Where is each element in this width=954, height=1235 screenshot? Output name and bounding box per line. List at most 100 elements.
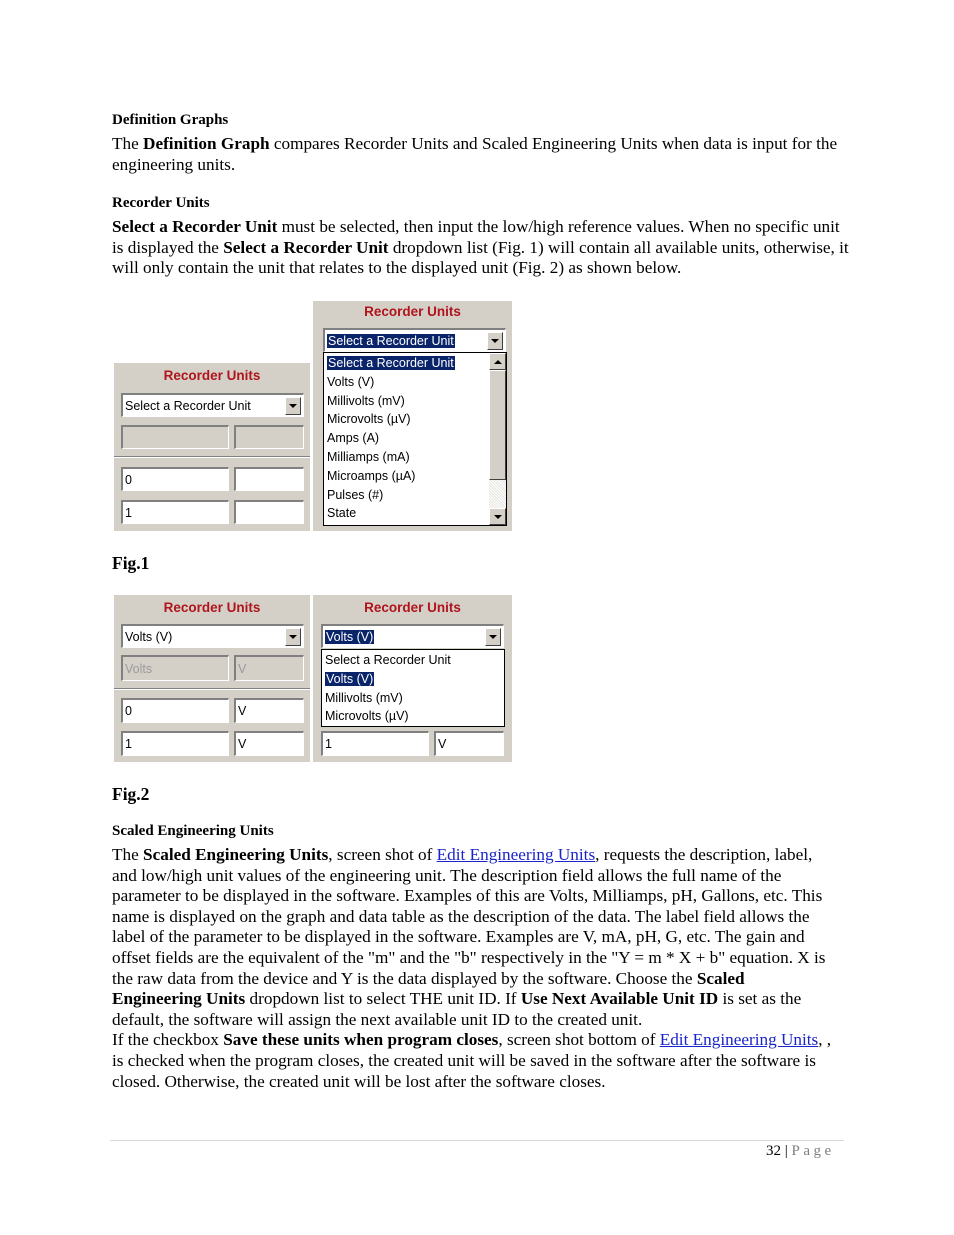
paragraph-scaled-engineering-units: The Scaled Engineering Units, screen sho…	[112, 845, 837, 1092]
option-label: Volts (V)	[327, 374, 375, 389]
high-value-field[interactable]: 1	[121, 731, 229, 756]
high-value-field[interactable]: 1	[321, 731, 429, 756]
page-number-value: 32	[766, 1143, 781, 1159]
text: The	[112, 134, 144, 153]
bold-text: Select a Recorder Unit	[223, 237, 389, 257]
dropdown-button[interactable]	[487, 332, 503, 350]
dropdown-option[interactable]: Amps (A)	[324, 429, 489, 448]
option-label: Microvolts (µV)	[325, 709, 409, 724]
chevron-up-icon	[493, 359, 502, 364]
chevron-down-icon	[489, 635, 497, 639]
recorder-unit-combo[interactable]: Select a Recorder Unit	[121, 393, 304, 417]
dropdown-option[interactable]: Microvolts (µV)	[324, 410, 489, 429]
text: If the checkbox	[112, 1030, 224, 1050]
low-value-field[interactable]: 0	[121, 467, 229, 491]
fig1-left-panel: Recorder Units Select a Recorder Unit 0 …	[114, 363, 310, 531]
fig2-left-panel: Recorder Units Volts (V) Volts V 0 V 1 V	[114, 595, 310, 762]
chevron-down-icon	[289, 635, 297, 639]
fig2-right-panel: Recorder Units Volts (V) Select a Record…	[313, 595, 512, 762]
paragraph-recorder-units: Select a Recorder Unit must be selected,…	[112, 217, 852, 279]
option-label: Millivolts (mV)	[327, 393, 405, 408]
option-label: Select a Recorder Unit	[325, 653, 451, 667]
dropdown-option[interactable]: Millivolts (mV)	[324, 392, 489, 411]
recorder-unit-dropdown-list[interactable]: Select a Recorder Unit Volts (V) Millivolt…	[321, 649, 505, 727]
options-list: Select a Recorder Unit Volts (V) Millivolt…	[322, 651, 504, 726]
dropdown-button[interactable]	[485, 628, 501, 646]
option-label: Milliamps (mA)	[327, 449, 410, 464]
scroll-thumb[interactable]	[489, 370, 506, 480]
label-field	[234, 425, 304, 449]
option-label: State	[327, 506, 357, 521]
dropdown-option[interactable]: Millivolts (mV)	[322, 689, 504, 708]
fig1-label: Fig.1	[112, 553, 150, 573]
panel-title: Recorder Units	[163, 600, 261, 615]
label-field: V	[234, 655, 304, 681]
dropdown-option[interactable]: Milliamps (mA)	[324, 448, 489, 467]
dropdown-button[interactable]	[285, 628, 301, 646]
combo-value: Select a Recorder Unit	[125, 398, 251, 413]
high-unit-field[interactable]	[234, 500, 304, 524]
recorder-unit-dropdown-list[interactable]: Select a Recorder Unit Volts (V) Millivolt…	[323, 352, 507, 526]
dropdown-option[interactable]: Microamps (µA)	[324, 467, 489, 486]
high-value-field[interactable]: 1	[121, 500, 229, 524]
page-number: 32 | Page	[766, 1143, 835, 1160]
dropdown-button[interactable]	[285, 397, 301, 415]
scrollbar[interactable]	[489, 353, 506, 525]
combo-value: Select a Recorder Unit	[326, 332, 456, 349]
text: , requests the description, label, and l…	[112, 845, 826, 988]
bold-text: Use Next Available Unit ID	[520, 989, 719, 1009]
chevron-down-icon	[493, 514, 502, 519]
chevron-down-icon	[491, 339, 499, 343]
option-label: Volts (V)	[323, 670, 376, 687]
dropdown-option[interactable]: Select a Recorder Unit	[324, 354, 489, 373]
heading-scaled-engineering-units: Scaled Engineering Units	[112, 823, 274, 839]
low-unit-field[interactable]: V	[234, 698, 304, 723]
page-separator: |	[781, 1143, 792, 1159]
high-unit-field[interactable]: V	[234, 731, 304, 756]
dropdown-option[interactable]: State	[324, 504, 489, 523]
recorder-unit-combo[interactable]: Volts (V)	[321, 624, 504, 648]
dropdown-option[interactable]: Select a Recorder Unit	[322, 651, 504, 670]
option-label: Millivolts (mV)	[325, 690, 403, 705]
recorder-unit-combo[interactable]: Volts (V)	[121, 624, 304, 648]
text: The	[112, 845, 144, 864]
combo-value: Volts (V)	[125, 629, 173, 644]
bold-text: Save these units when program closes	[223, 1030, 499, 1050]
dropdown-option[interactable]: Pulses (#)	[324, 486, 489, 505]
heading-definition-graphs: Definition Graphs	[112, 112, 229, 128]
description-field	[121, 425, 229, 449]
edit-engineering-units-link[interactable]: Edit Engineering Units	[437, 845, 595, 864]
fig1-right-panel: Recorder Units Select a Recorder Unit Se…	[313, 301, 512, 531]
option-label: Pulses (#)	[327, 487, 384, 502]
low-unit-field[interactable]	[234, 467, 304, 491]
recorder-unit-combo[interactable]: Select a Recorder Unit	[323, 328, 506, 352]
option-label: Microvolts (µV)	[327, 412, 411, 427]
paragraph-definition-graphs: The Definition Graph compares Recorder U…	[112, 134, 847, 175]
dropdown-option[interactable]: Volts (V)	[322, 670, 504, 689]
option-label: Microamps (µA)	[327, 468, 416, 483]
text: , screen shot of	[328, 845, 437, 864]
bold-text: Scaled Engineering Units	[143, 845, 329, 864]
bold-text: Definition Graph	[143, 134, 270, 153]
text: , screen shot bottom of	[498, 1030, 660, 1050]
scroll-down-button[interactable]	[489, 508, 506, 525]
text: dropdown list to select THE unit ID. If	[245, 989, 521, 1009]
description-field: Volts	[121, 655, 229, 681]
high-unit-field[interactable]: V	[434, 731, 504, 756]
option-label: Select a Recorder Unit	[326, 355, 456, 371]
options-list: Select a Recorder Unit Volts (V) Millivolt…	[324, 354, 489, 523]
panel-title: Recorder Units	[364, 304, 461, 319]
heading-recorder-units: Recorder Units	[112, 195, 210, 211]
divider	[114, 456, 310, 458]
fig2-label: Fig.2	[112, 784, 150, 804]
combo-value: Volts (V)	[323, 628, 376, 645]
edit-engineering-units-link[interactable]: Edit Engineering Units	[660, 1030, 818, 1049]
chevron-down-icon	[289, 404, 297, 408]
divider	[114, 688, 310, 690]
option-label: Amps (A)	[327, 431, 380, 446]
dropdown-option[interactable]: Microvolts (µV)	[322, 707, 504, 726]
scroll-track[interactable]	[489, 480, 506, 508]
scroll-up-button[interactable]	[489, 353, 506, 370]
low-value-field[interactable]: 0	[121, 698, 229, 723]
dropdown-option[interactable]: Volts (V)	[324, 373, 489, 392]
